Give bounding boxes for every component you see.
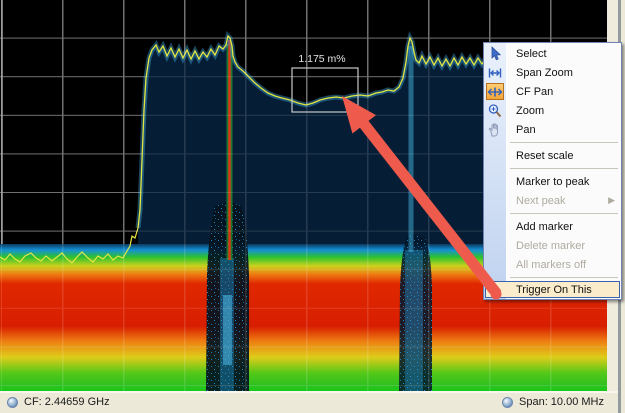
- menu-item-marker-to-peak[interactable]: Marker to peak: [484, 172, 621, 191]
- status-bar: CF: 2.44659 GHz Span: 10.00 MHz: [0, 391, 618, 413]
- marker-value-label: 1.175 m%: [298, 53, 345, 65]
- menu-item-all-markers-off: All markers off: [484, 255, 621, 274]
- menu-item-zoom[interactable]: Zoom: [484, 101, 621, 120]
- menu-item-label: Delete marker: [516, 240, 585, 252]
- span-value: Span: 10.00 MHz: [519, 396, 604, 408]
- menu-item-label: Next peak: [516, 195, 566, 207]
- zoom-icon: [486, 102, 504, 119]
- rsa-window: 1.175 m% CF: 2.44659 GHz Span: 10.00 MHz…: [0, 0, 625, 413]
- menu-item-delete-marker: Delete marker: [484, 236, 621, 255]
- cf-readout[interactable]: CF: 2.44659 GHz: [7, 396, 110, 408]
- span-readout[interactable]: Span: 10.00 MHz: [502, 396, 604, 408]
- menu-separator: [484, 165, 621, 172]
- menu-item-label: All markers off: [516, 259, 586, 271]
- menu-item-add-marker[interactable]: Add marker: [484, 217, 621, 236]
- menu-separator: [484, 139, 621, 146]
- menu-item-label: Pan: [516, 124, 536, 136]
- menu-separator: [484, 274, 621, 281]
- menu-item-cf-pan[interactable]: CF Pan: [484, 82, 621, 101]
- menu-item-label: Reset scale: [516, 150, 573, 162]
- menu-item-trigger-on-this[interactable]: Trigger On This: [485, 281, 620, 298]
- menu-separator: [484, 210, 621, 217]
- span-zoom-icon: [486, 64, 504, 81]
- menu-item-label: Marker to peak: [516, 176, 589, 188]
- span-knob-icon: [502, 397, 513, 408]
- menu-item-label: Select: [516, 48, 547, 60]
- menu-item-span-zoom[interactable]: Span Zoom: [484, 63, 621, 82]
- pan-hand-icon: [486, 121, 504, 138]
- menu-item-pan[interactable]: Pan: [484, 120, 621, 139]
- menu-item-label: Add marker: [516, 221, 573, 233]
- cf-knob-icon: [7, 397, 18, 408]
- menu-item-label: Span Zoom: [516, 67, 573, 79]
- menu-item-select[interactable]: Select: [484, 44, 621, 63]
- menu-item-label: Zoom: [516, 105, 544, 117]
- context-menu: Select Span Zoom CF Pan Zoom Pan: [483, 42, 622, 300]
- menu-item-reset-scale[interactable]: Reset scale: [484, 146, 621, 165]
- menu-item-next-peak: Next peak ▶: [484, 191, 621, 210]
- cf-pan-icon: [486, 83, 504, 100]
- submenu-arrow-icon: ▶: [608, 195, 615, 206]
- cursor-icon: [486, 45, 504, 62]
- menu-item-label: CF Pan: [516, 86, 553, 98]
- cf-value: CF: 2.44659 GHz: [24, 396, 110, 408]
- menu-item-label: Trigger On This: [516, 284, 592, 296]
